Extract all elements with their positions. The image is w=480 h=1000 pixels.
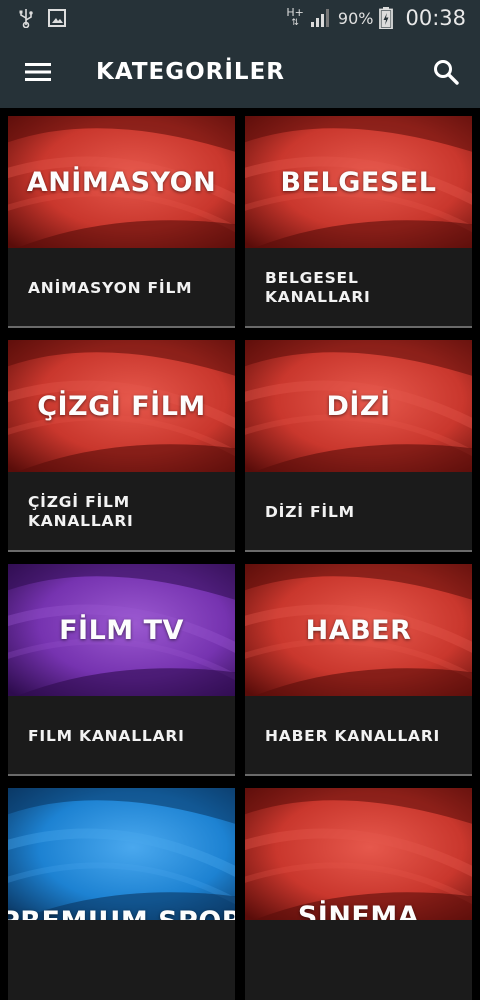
banner-title: HABER — [305, 614, 412, 646]
banner-title: ÇİZGİ FİLM — [37, 390, 206, 422]
signal-icon — [310, 8, 332, 28]
banner-title: ANİMASYON — [26, 166, 217, 198]
category-banner: HABER — [245, 564, 472, 696]
category-card-cizgi-film[interactable]: ÇİZGİ FİLM ÇİZGİ FİLM KANALLARI — [8, 340, 235, 552]
banner-title: BELGESEL — [280, 166, 437, 198]
category-card-film-tv[interactable]: FİLM TV FILM KANALLARI — [8, 564, 235, 776]
category-caption: HABER KANALLARI — [265, 726, 441, 745]
image-icon — [48, 9, 66, 27]
category-card-animasyon[interactable]: ANİMASYON ANİMASYON FİLM — [8, 116, 235, 328]
app-bar: KATEGORİLER — [0, 36, 480, 108]
hamburger-menu-icon[interactable] — [0, 36, 76, 108]
divider — [8, 326, 235, 328]
clock: 00:38 — [405, 6, 466, 30]
divider — [245, 550, 472, 552]
battery-percent: 90% — [337, 8, 374, 28]
category-banner: PREMIUM SPOR — [8, 788, 235, 920]
banner-title: FİLM TV — [59, 614, 184, 646]
category-banner: DİZİ — [245, 340, 472, 472]
network-type: H+ ⇅ — [286, 6, 304, 28]
category-caption: BELGESEL KANALLARI — [265, 269, 371, 306]
category-banner: SİNEMA — [245, 788, 472, 920]
banner-title: DİZİ — [326, 390, 391, 422]
divider — [8, 550, 235, 552]
battery-charging-icon — [379, 7, 394, 29]
category-banner: FİLM TV — [8, 564, 235, 696]
usb-icon — [18, 8, 34, 28]
category-grid: ANİMASYON ANİMASYON FİLM BELGESEL BELGES… — [0, 108, 480, 1000]
category-card-sinema[interactable]: SİNEMA — [245, 788, 472, 1000]
divider — [245, 326, 472, 328]
category-card-premium-spor[interactable]: PREMIUM SPOR — [8, 788, 235, 1000]
divider — [8, 774, 235, 776]
category-caption: DİZİ FİLM — [265, 502, 355, 521]
category-card-belgesel[interactable]: BELGESEL BELGESEL KANALLARI — [245, 116, 472, 328]
search-icon[interactable] — [416, 36, 476, 108]
category-banner: ÇİZGİ FİLM — [8, 340, 235, 472]
divider — [245, 774, 472, 776]
category-banner: BELGESEL — [245, 116, 472, 248]
category-caption: ANİMASYON FİLM — [28, 278, 193, 297]
status-bar: H+ ⇅ 90% 00:38 — [0, 0, 480, 36]
category-caption: ÇİZGİ FİLM KANALLARI — [28, 493, 134, 530]
category-banner: ANİMASYON — [8, 116, 235, 248]
banner-title: SİNEMA — [297, 901, 420, 920]
page-title: KATEGORİLER — [96, 59, 286, 85]
category-card-dizi[interactable]: DİZİ DİZİ FİLM — [245, 340, 472, 552]
category-card-haber[interactable]: HABER HABER KANALLARI — [245, 564, 472, 776]
banner-title: PREMIUM SPOR — [8, 788, 235, 920]
category-caption: FILM KANALLARI — [28, 726, 185, 745]
